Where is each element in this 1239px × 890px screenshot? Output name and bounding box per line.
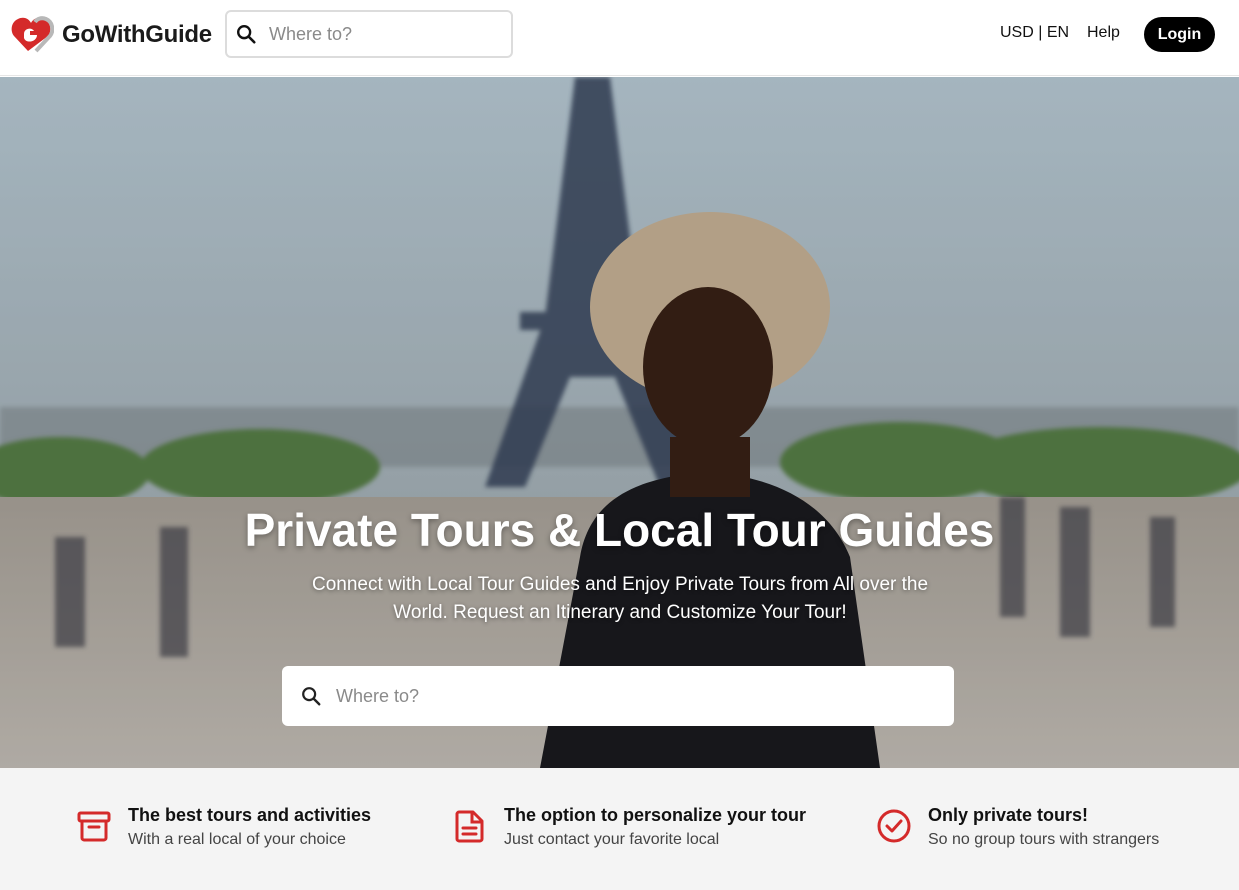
hero-banner: Private Tours & Local Tour Guides Connec… (0, 77, 1239, 768)
gowithguide-logo-icon (11, 16, 54, 53)
features-bar: The best tours and activities With a rea… (0, 768, 1239, 890)
check-circle-icon (877, 809, 911, 843)
brand-name: GoWithGuide (62, 21, 212, 48)
search-icon (302, 687, 321, 706)
feature-title: The best tours and activities (128, 805, 372, 825)
feature-title: Only private tours! (928, 805, 1089, 825)
feature-subtitle: Just contact your favorite local (504, 831, 720, 848)
hero-search-input[interactable] (336, 685, 936, 707)
feature-subtitle: With a real local of your choice (128, 831, 346, 848)
currency-language-selector[interactable]: USD | EN (1000, 24, 1069, 42)
feature-best-tours: The best tours and activities With a rea… (76, 804, 371, 850)
feature-personalize: The option to personalize your tour Just… (452, 804, 806, 850)
hero-dim-overlay (0, 77, 1239, 768)
feature-title: The option to personalize your tour (504, 805, 807, 825)
header-search-input[interactable] (269, 23, 489, 45)
login-button[interactable]: Login (1144, 17, 1215, 52)
feature-subtitle: So no group tours with strangers (928, 831, 1160, 848)
site-header: GoWithGuide USD | EN Help Login (0, 0, 1239, 76)
feature-private-tours: Only private tours! So no group tours wi… (876, 804, 1159, 850)
hero-title: Private Tours & Local Tour Guides (244, 504, 995, 556)
archive-box-icon (77, 811, 111, 842)
hero-search[interactable] (282, 666, 954, 726)
document-icon (455, 810, 484, 843)
search-icon (237, 25, 256, 44)
brand-logo[interactable]: GoWithGuide (10, 16, 212, 54)
hero-subtitle: Connect with Local Tour Guides and Enjoy… (311, 574, 929, 623)
header-search[interactable] (225, 10, 513, 58)
help-link[interactable]: Help (1087, 24, 1120, 42)
